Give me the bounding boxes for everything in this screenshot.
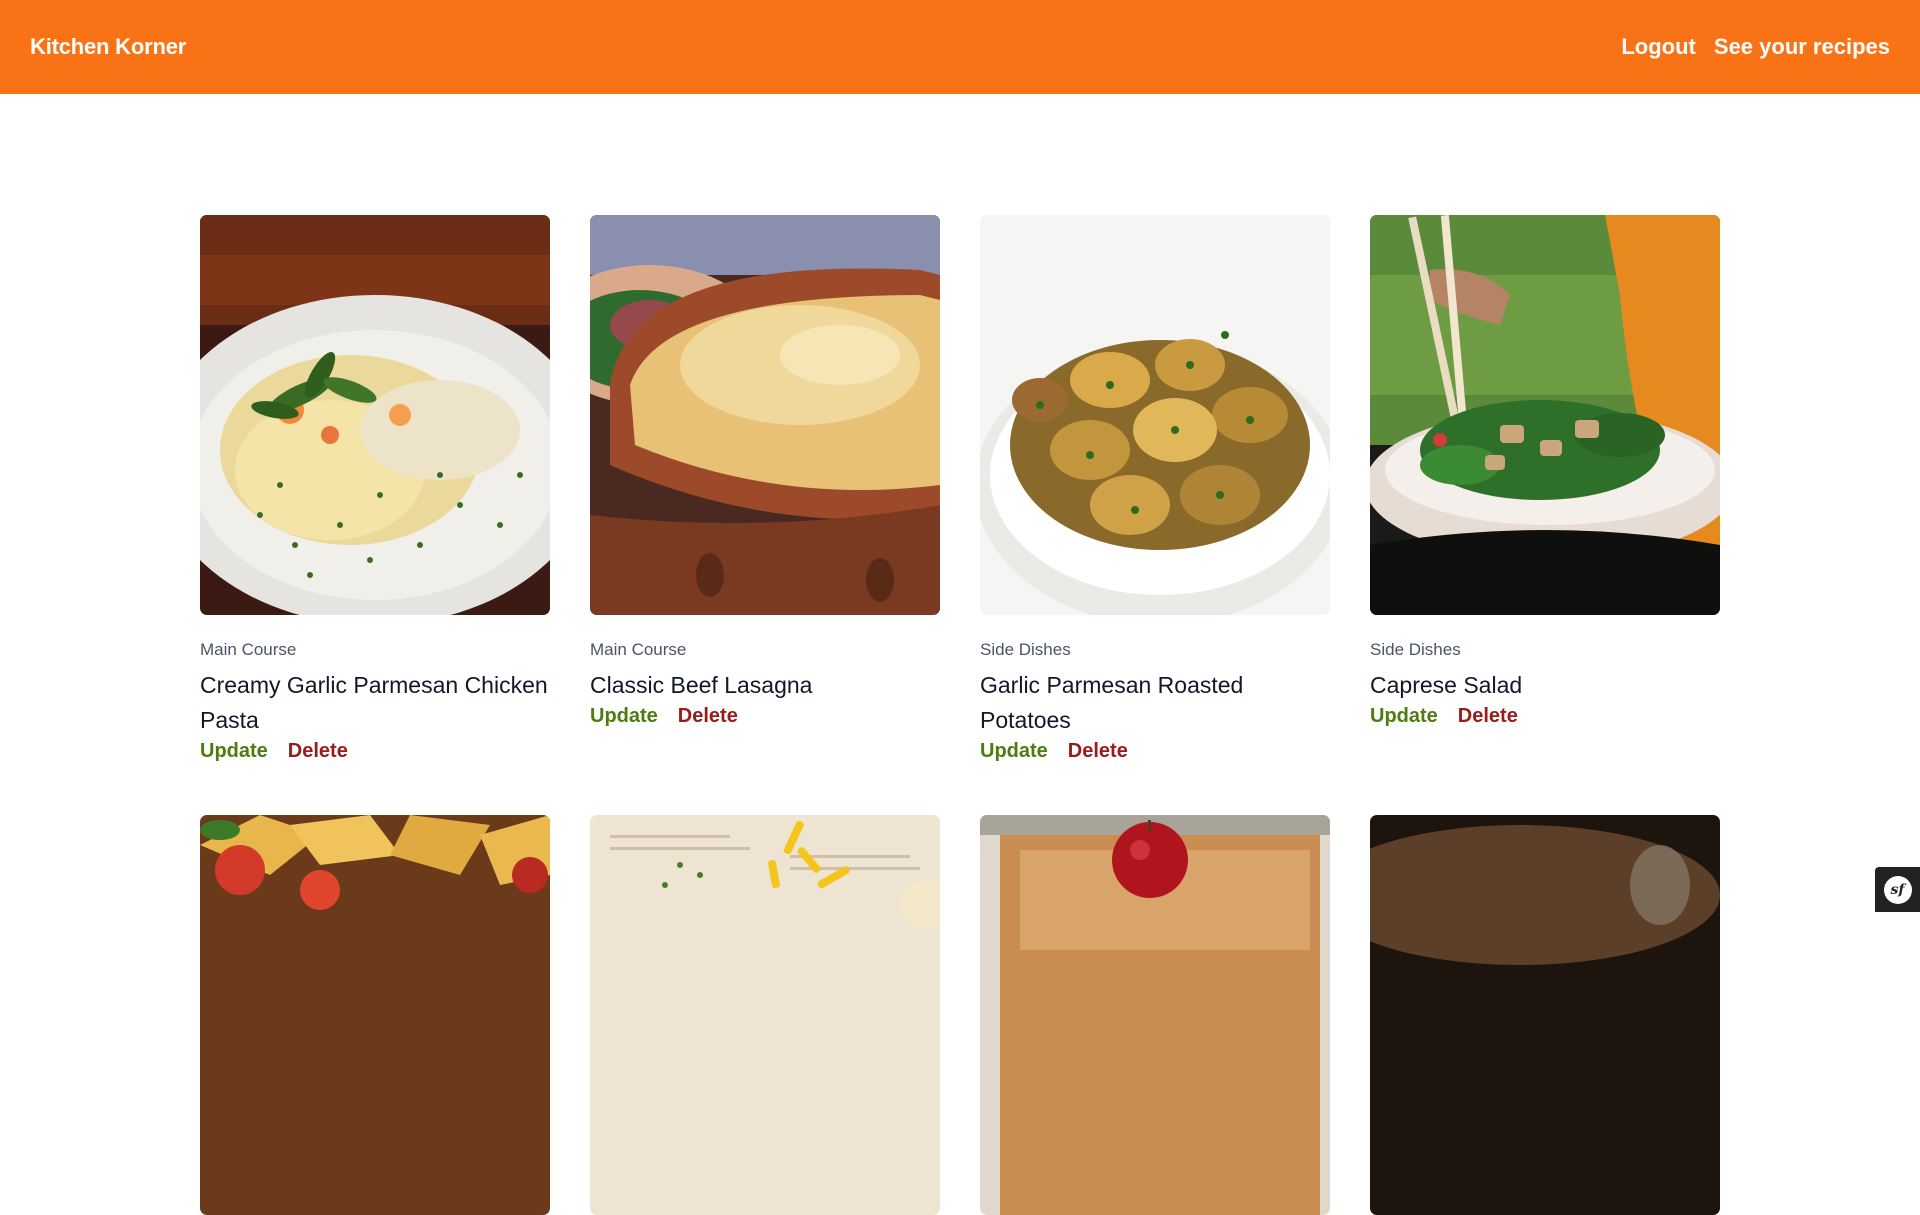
- nav-links: Logout See your recipes: [1621, 34, 1890, 60]
- see-your-recipes-link[interactable]: See your recipes: [1714, 34, 1890, 60]
- recipe-title[interactable]: Garlic Parmesan Roasted Potatoes: [980, 668, 1330, 738]
- logout-link[interactable]: Logout: [1621, 34, 1696, 60]
- symfony-icon: sf: [1883, 875, 1912, 904]
- recipe-grid: Main Course Creamy Garlic Parmesan Chick…: [200, 215, 1720, 1215]
- recipe-actions: Update Delete: [200, 740, 550, 763]
- delete-button[interactable]: Delete: [678, 705, 738, 728]
- recipe-image[interactable]: [980, 215, 1330, 615]
- recipe-image[interactable]: [1370, 815, 1720, 1215]
- recipe-image[interactable]: [200, 815, 550, 1215]
- delete-button[interactable]: Delete: [288, 740, 348, 763]
- recipe-actions: Update Delete: [980, 740, 1330, 763]
- recipe-image[interactable]: [590, 815, 940, 1215]
- recipe-title[interactable]: Classic Beef Lasagna: [590, 668, 940, 703]
- dark-dish-photo: [1370, 815, 1720, 1215]
- update-button[interactable]: Update: [200, 740, 268, 763]
- recipe-card: [200, 815, 550, 1215]
- potatoes-photo: [980, 215, 1330, 615]
- salad-photo: [1370, 215, 1720, 615]
- recipe-card: [590, 815, 940, 1215]
- recipe-image[interactable]: [1370, 215, 1720, 615]
- recipe-actions: Update Delete: [590, 705, 940, 728]
- symfony-debug-toolbar-toggle[interactable]: sf: [1875, 867, 1920, 912]
- recipe-card: Side Dishes Garlic Parmesan Roasted Pota…: [980, 215, 1330, 763]
- brand-logo[interactable]: Kitchen Korner: [30, 34, 186, 60]
- recipe-card: [1370, 815, 1720, 1215]
- delete-button[interactable]: Delete: [1458, 705, 1518, 728]
- recipe-category: Side Dishes: [980, 640, 1071, 659]
- delete-button[interactable]: Delete: [1068, 740, 1128, 763]
- update-button[interactable]: Update: [1370, 705, 1438, 728]
- recipe-image[interactable]: [590, 215, 940, 615]
- recipe-actions: Update Delete: [1370, 705, 1720, 728]
- recipe-category: Side Dishes: [1370, 640, 1461, 659]
- recipe-card: Side Dishes Caprese Salad Update Delete: [1370, 215, 1720, 763]
- lasagna-photo: [590, 215, 940, 615]
- recipe-card: [980, 815, 1330, 1215]
- nachos-photo: [200, 815, 550, 1215]
- recipe-title[interactable]: Caprese Salad: [1370, 668, 1720, 703]
- recipe-category: Main Course: [590, 640, 687, 659]
- pasta-photo: [200, 215, 550, 615]
- navbar: Kitchen Korner Logout See your recipes: [0, 0, 1920, 94]
- recipe-image[interactable]: [200, 215, 550, 615]
- newspaper-dish-photo: [590, 815, 940, 1215]
- recipe-card: Main Course Creamy Garlic Parmesan Chick…: [200, 215, 550, 763]
- recipe-card: Main Course Classic Beef Lasagna Update …: [590, 215, 940, 763]
- update-button[interactable]: Update: [590, 705, 658, 728]
- recipe-category: Main Course: [200, 640, 297, 659]
- recipe-image[interactable]: [980, 815, 1330, 1215]
- recipe-title[interactable]: Creamy Garlic Parmesan Chicken Pasta: [200, 668, 550, 738]
- apple-dessert-photo: [980, 815, 1330, 1215]
- update-button[interactable]: Update: [980, 740, 1048, 763]
